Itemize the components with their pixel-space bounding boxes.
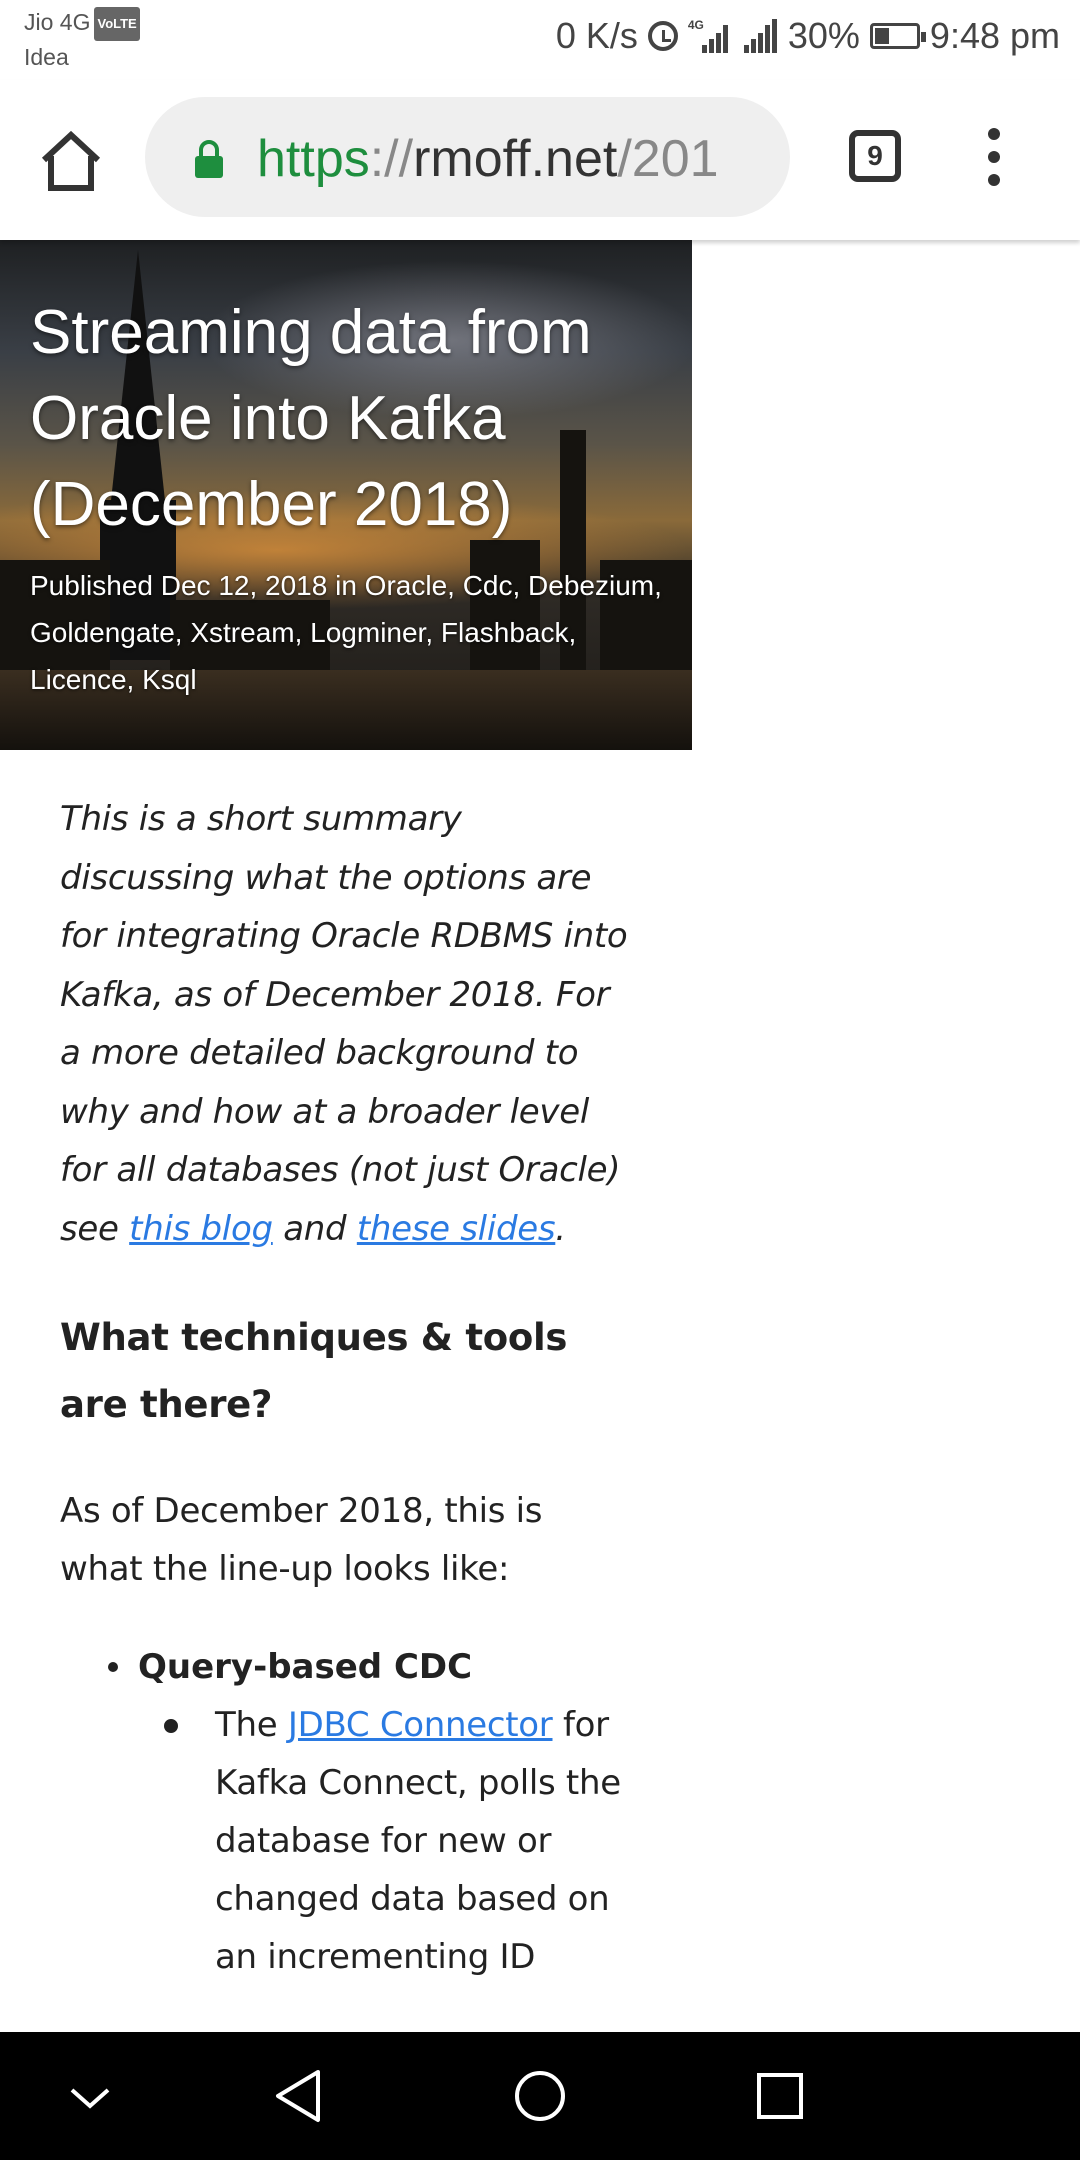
- sub-item-text-end: for Kafka Connect, polls the database fo…: [215, 1705, 621, 1977]
- post-title: Streaming data from Oracle into Kafka (D…: [30, 298, 592, 539]
- summary-text: This is a short summary discussing what …: [60, 799, 628, 1249]
- status-icons: 0 K/s 4G 30% 9:48 pm: [555, 15, 1060, 56]
- url-text[interactable]: https://rmoff.net/201: [257, 129, 719, 189]
- carrier-secondary: Idea: [24, 43, 69, 70]
- sub-item-text: The: [215, 1705, 288, 1745]
- url-host: rmoff.net: [413, 130, 618, 188]
- sub-list: The JDBC Connector for Kafka Connect, po…: [138, 1696, 630, 1986]
- back-icon[interactable]: [240, 2032, 360, 2160]
- signal-icon: [738, 19, 778, 53]
- lock-icon: [195, 140, 223, 178]
- this-blog-link[interactable]: this blog: [129, 1209, 273, 1249]
- tab-switcher-button[interactable]: 9: [849, 130, 901, 182]
- recents-icon[interactable]: [720, 2032, 840, 2160]
- techniques-list: Query-based CDC The JDBC Connector for K…: [60, 1638, 630, 1986]
- signal-4g-icon: 4G: [688, 19, 728, 53]
- carrier-primary: Jio 4G: [24, 9, 91, 35]
- bullet: [108, 1662, 118, 1672]
- net-speed: 0 K/s: [555, 15, 638, 56]
- intro-paragraph: As of December 2018, this is what the li…: [60, 1491, 543, 1589]
- post-header-image: Streaming data from Oracle into Kafka (D…: [0, 240, 692, 750]
- browser-toolbar: https://rmoff.net/201 9: [0, 80, 1080, 240]
- these-slides-link[interactable]: these slides: [357, 1209, 556, 1249]
- summary-text-end: .: [555, 1208, 566, 1249]
- list-item: Query-based CDC The JDBC Connector for K…: [60, 1638, 630, 1986]
- sub-list-item: The JDBC Connector for Kafka Connect, po…: [60, 1696, 630, 1986]
- list-item-label: Query-based CDC: [138, 1647, 473, 1687]
- collapse-icon[interactable]: [30, 2032, 150, 2160]
- volte-badge: VoLTE: [94, 6, 140, 41]
- summary-text-mid: and: [272, 1208, 357, 1249]
- jdbc-connector-link[interactable]: JDBC Connector: [288, 1705, 553, 1745]
- status-bar: Jio 4G VoLTE Idea 0 K/s 4G 30% 9:48 pm: [0, 0, 1080, 80]
- url-scheme: https: [257, 130, 370, 188]
- battery-percent: 30%: [787, 15, 860, 56]
- hollow-bullet: [164, 1719, 178, 1733]
- url-path: /201: [617, 130, 719, 188]
- home-icon[interactable]: [36, 126, 106, 196]
- overflow-menu-icon[interactable]: [982, 128, 1006, 198]
- article-body: This is a short summary discussing what …: [60, 790, 630, 1986]
- battery-icon: [869, 23, 926, 49]
- alarm-icon: [647, 21, 678, 51]
- home-nav-icon[interactable]: [480, 2032, 600, 2160]
- section-heading: What techniques & tools are there?: [60, 1316, 568, 1426]
- clock: 9:48 pm: [929, 15, 1060, 56]
- url-separator: ://: [369, 130, 414, 188]
- post-meta: Published Dec 12, 2018 in Oracle, Cdc, D…: [30, 570, 662, 695]
- summary-paragraph: This is a short summary discussing what …: [60, 790, 630, 1258]
- system-nav-bar: [0, 2032, 1080, 2160]
- carrier-info: Jio 4G VoLTE Idea: [24, 6, 140, 73]
- address-bar[interactable]: https://rmoff.net/201: [145, 97, 790, 217]
